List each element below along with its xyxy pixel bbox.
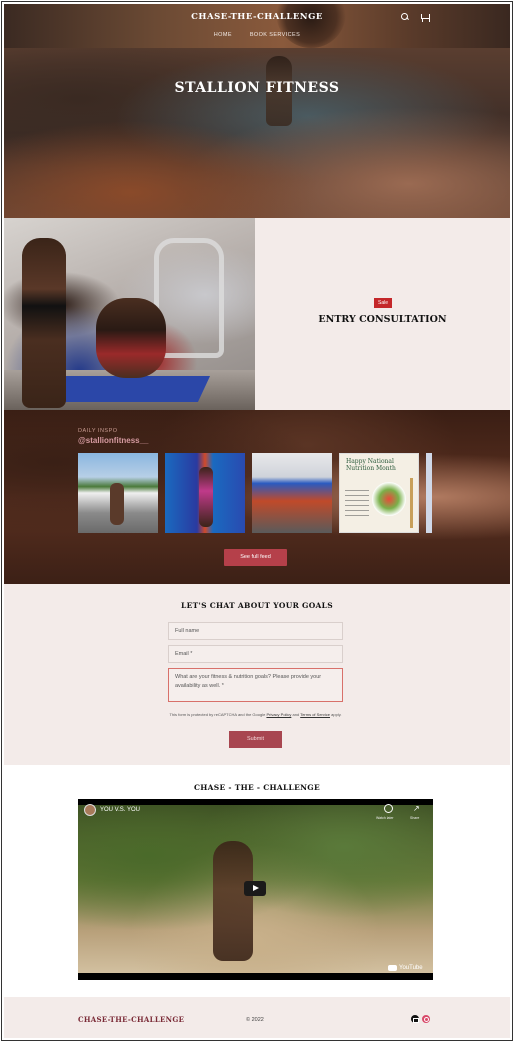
post-text-lines xyxy=(345,490,369,520)
privacy-policy-link[interactable]: Privacy Policy xyxy=(266,712,291,717)
header-icons xyxy=(400,12,430,22)
post-figure xyxy=(199,467,213,527)
feed-post-5-partial[interactable] xyxy=(426,453,432,533)
recaptcha-and: and xyxy=(292,712,300,717)
site-brand[interactable]: CHASE-THE-CHALLENGE xyxy=(4,12,510,22)
feed-label: DAILY INSPO xyxy=(78,428,118,434)
watch-later-label: Watch later xyxy=(376,816,394,820)
goals-textarea[interactable]: What are your fitness & nutrition goals?… xyxy=(168,668,343,702)
submit-button[interactable]: Submit xyxy=(229,731,282,748)
recaptcha-apply: apply. xyxy=(331,712,342,717)
main-nav: HOME BOOK SERVICES xyxy=(4,32,510,38)
youtube-icon xyxy=(388,965,397,971)
header-background-image xyxy=(276,4,346,48)
see-full-feed-button[interactable]: See full feed xyxy=(224,549,287,566)
fork xyxy=(410,478,413,528)
full-name-field[interactable]: Full name xyxy=(168,622,343,640)
search-icon[interactable] xyxy=(400,12,410,22)
channel-avatar[interactable] xyxy=(84,804,96,816)
image-mat xyxy=(47,376,211,402)
contact-title: LET'S CHAT ABOUT YOUR GOALS xyxy=(181,601,333,610)
feed-post-2[interactable] xyxy=(165,453,245,533)
footer-social-icons xyxy=(411,1015,430,1023)
instagram-icon[interactable] xyxy=(422,1015,430,1023)
image-trainer xyxy=(22,238,66,408)
site-header xyxy=(4,4,510,48)
cart-icon[interactable] xyxy=(420,12,430,22)
watch-later-icon[interactable] xyxy=(384,804,393,813)
share-label: Share xyxy=(410,816,420,820)
sale-badge: Sale xyxy=(374,298,392,308)
email-field[interactable]: Email * xyxy=(168,645,343,663)
feed-post-4[interactable]: Happy National Nutrition Month xyxy=(339,453,419,533)
feed-post-3[interactable] xyxy=(252,453,332,533)
play-button[interactable] xyxy=(244,881,266,896)
youtube-label: YouTube xyxy=(399,965,423,971)
post-figure xyxy=(110,483,124,525)
nav-book-services[interactable]: BOOK SERVICES xyxy=(250,32,300,38)
consultation-image[interactable] xyxy=(4,218,255,410)
consultation-title[interactable]: ENTRY CONSULTATION xyxy=(255,314,510,325)
video-section-title: CHASE - THE - CHALLENGE xyxy=(193,783,321,792)
page: CHASE-THE-CHALLENGE HOME BOOK SERVICES S… xyxy=(4,4,510,1038)
footer-brand[interactable]: CHASE-THE-CHALLENGE xyxy=(78,1015,184,1024)
nutrition-post-title: Happy National Nutrition Month xyxy=(346,458,396,472)
recaptcha-text: This form is protected by reCAPTCHA and … xyxy=(169,712,266,717)
nav-home[interactable]: HOME xyxy=(214,32,232,38)
hero-banner xyxy=(4,48,510,218)
video-title[interactable]: YOU V.S. YOU xyxy=(100,807,140,813)
email-icon[interactable] xyxy=(411,1015,419,1023)
video-figure xyxy=(213,841,253,961)
youtube-logo[interactable]: YouTube xyxy=(388,965,423,971)
terms-of-service-link[interactable]: Terms of Service xyxy=(300,712,330,717)
page-frame: CHASE-THE-CHALLENGE HOME BOOK SERVICES S… xyxy=(1,1,513,1041)
footer-copyright: © 2022 xyxy=(246,1017,264,1023)
salad-plate xyxy=(372,482,406,516)
feed-handle[interactable]: @stallionfitness__ xyxy=(78,436,149,445)
hero-title: STALLION FITNESS xyxy=(174,80,340,96)
feed-post-1[interactable] xyxy=(78,453,158,533)
recaptcha-notice: This form is protected by reCAPTCHA and … xyxy=(168,711,343,718)
share-icon[interactable]: ↗ xyxy=(413,804,420,813)
image-client xyxy=(96,298,166,378)
